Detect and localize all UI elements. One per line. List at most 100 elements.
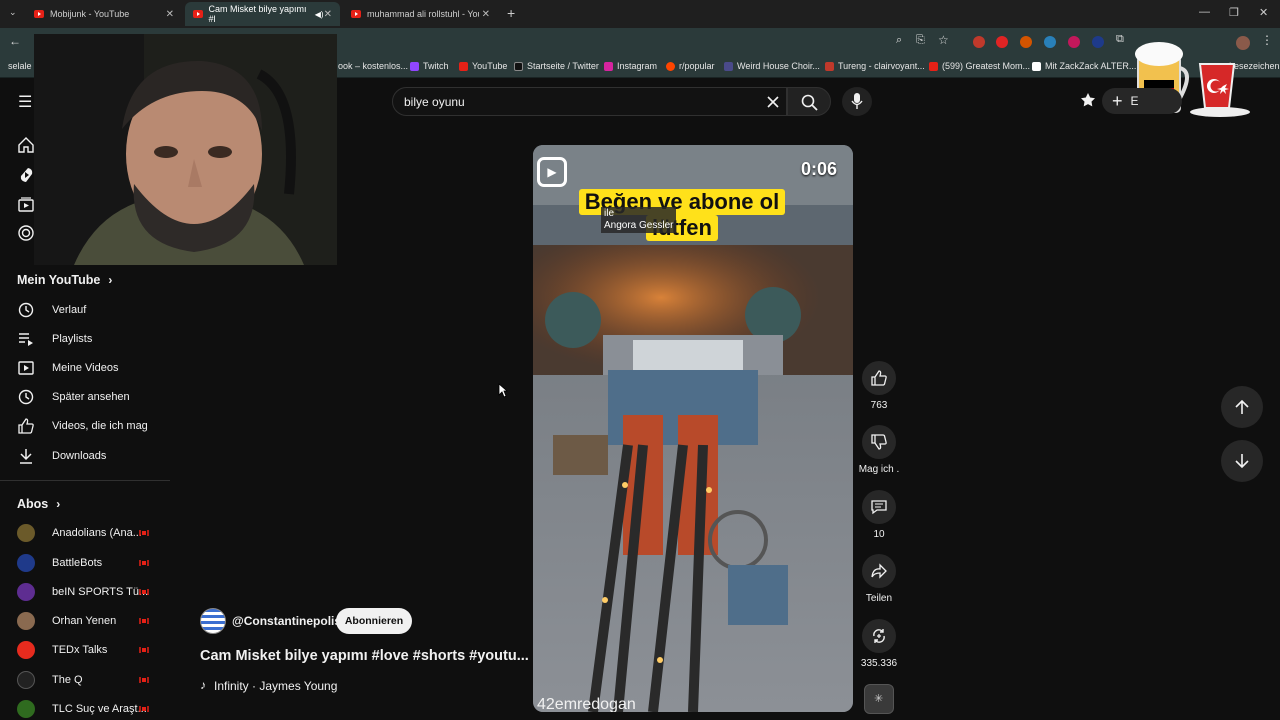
channel-avatar [17, 524, 35, 542]
my-youtube-heading[interactable]: Mein YouTube › [17, 273, 112, 287]
live-indicator-icon [139, 618, 149, 624]
tab-close-icon[interactable]: ✕ [482, 9, 490, 20]
search-button[interactable] [787, 87, 831, 116]
channel-avatar [17, 612, 35, 630]
live-indicator-icon [139, 647, 149, 653]
dislike-label: Mag ich . [858, 464, 900, 475]
subscription-item[interactable]: BattleBots [17, 553, 102, 573]
back-icon[interactable]: ← [9, 34, 21, 48]
subscription-item[interactable]: The Q [17, 670, 83, 690]
voice-search-button[interactable] [842, 87, 872, 116]
extension-icon[interactable] [1092, 36, 1104, 48]
bookmark-label: Twitch [423, 61, 449, 71]
clear-search-icon[interactable] [767, 96, 779, 108]
bookmark-label: YouTube [472, 61, 508, 71]
sidebar-item-watch-later[interactable]: Später ansehen [17, 387, 130, 407]
bookmark-star-icon[interactable]: ☆ [938, 33, 949, 47]
bookmark-item[interactable]: Mit ZackZack ALTER... [1032, 61, 1136, 71]
search-box[interactable]: bilye oyunu [392, 87, 787, 116]
extension-icon[interactable] [996, 36, 1008, 48]
next-short-button[interactable] [1221, 440, 1263, 482]
sidebar-item-downloads[interactable]: Downloads [17, 446, 106, 466]
extension-icon[interactable] [1044, 36, 1056, 48]
bookmark-item[interactable]: Tureng - clairvoyant... [825, 61, 925, 71]
bookmark-item[interactable]: (599) Greatest Mom... [929, 61, 1030, 71]
bookmark-item[interactable]: ook – kostenlos... [338, 61, 408, 71]
plus-icon: + [1112, 90, 1123, 111]
subscription-label: TEDx Talks [52, 644, 108, 656]
sidebar-item-label: Meine Videos [52, 362, 119, 374]
playlist-icon [17, 330, 35, 348]
youtube-icon [459, 61, 468, 71]
sidebar-item-liked-videos[interactable]: Videos, die ich mag [17, 416, 148, 436]
you-icon[interactable] [18, 225, 34, 241]
shorts-icon[interactable] [18, 167, 34, 183]
window-close-button[interactable]: ✕ [1259, 6, 1268, 19]
account-avatar[interactable] [1236, 36, 1250, 50]
like-count: 763 [870, 400, 888, 411]
home-icon[interactable] [18, 137, 34, 153]
sound-thumbnail[interactable]: ✳ [864, 684, 894, 714]
bookmark-item[interactable]: Twitch [410, 61, 449, 71]
create-button[interactable]: + E [1102, 88, 1182, 114]
search-input[interactable]: bilye oyunu [404, 95, 465, 109]
youtube-favicon-icon [34, 10, 44, 18]
tooltip-line-1: ile [604, 208, 615, 219]
bookmark-item[interactable]: r/popular [666, 61, 715, 71]
tab-close-icon[interactable]: ✕ [324, 9, 332, 20]
subscription-item[interactable]: Orhan Yenen [17, 611, 116, 631]
bookmark-item[interactable]: Instagram [604, 61, 657, 71]
live-indicator-icon [139, 706, 149, 712]
subscription-item[interactable]: TLC Suç ve Araşt... [17, 699, 147, 719]
new-tab-button[interactable]: + [507, 5, 515, 21]
short-video-player[interactable]: ▶ 0:06 Beğen ve abone ol lütfen ile Ango… [533, 145, 853, 712]
tooltip-line-2: Angora Gessler [604, 220, 674, 231]
extension-icon[interactable] [973, 36, 985, 48]
tab-cam-misket[interactable]: Cam Misket bilye yapımı #l ◀) ✕ [185, 2, 340, 26]
zoom-icon[interactable]: ⌕ [896, 34, 902, 47]
tab-close-icon[interactable]: ✕ [166, 9, 174, 20]
tab-list-chevron-icon[interactable]: ⌄ [9, 7, 17, 18]
like-icon [17, 417, 35, 435]
extension-icon[interactable] [1020, 36, 1032, 48]
subscriptions-heading[interactable]: Abos › [17, 497, 60, 511]
comments-button[interactable] [862, 490, 896, 524]
bookmark-item[interactable]: Weird House Choir... [724, 61, 820, 71]
music-label[interactable]: Infinity · Jaymes Young [214, 679, 337, 693]
zackzack-icon [1032, 61, 1041, 71]
subscription-item[interactable]: beIN SPORTS Tü... [17, 582, 148, 602]
sidebar-item-history[interactable]: Verlauf [17, 300, 86, 320]
hamburger-menu-icon[interactable]: ☰ [18, 92, 32, 112]
subscription-item[interactable]: Anadolians (Ana... [17, 523, 142, 543]
subscribe-button[interactable]: Abonnieren [336, 608, 412, 634]
history-icon [17, 301, 35, 319]
subscriptions-icon[interactable] [18, 196, 34, 212]
tab-title: Cam Misket bilye yapımı #l [208, 4, 307, 24]
subscription-item[interactable]: TEDx Talks [17, 640, 107, 660]
bookmark-item[interactable]: YouTube [459, 61, 507, 71]
menu-dots-icon[interactable]: ⋮ [1261, 33, 1273, 47]
extensions-icon[interactable]: ⧉ [1116, 33, 1124, 46]
remix-button[interactable] [862, 619, 896, 653]
share-button[interactable] [862, 554, 896, 588]
extension-icon[interactable] [1068, 36, 1080, 48]
tab-muhammad-ali[interactable]: muhammad ali rollstuhl - YouTu ✕ [343, 2, 498, 26]
youtube-favicon-icon [193, 10, 203, 18]
install-icon[interactable]: ⎘ [916, 34, 925, 47]
minimize-button[interactable]: — [1199, 6, 1210, 18]
channel-name[interactable]: @Constantinepolis [232, 614, 341, 628]
dislike-button[interactable] [862, 425, 896, 459]
instagram-icon [604, 61, 613, 71]
bookmark-item[interactable]: Startseite / Twitter [514, 61, 599, 71]
studio-icon[interactable] [1079, 92, 1097, 110]
previous-short-button[interactable] [1221, 386, 1263, 428]
channel-avatar[interactable] [200, 608, 226, 634]
like-button[interactable] [862, 361, 896, 395]
sidebar-item-playlists[interactable]: Playlists [17, 329, 92, 349]
share-label: Teilen [865, 593, 893, 604]
restore-button[interactable]: ❐ [1229, 6, 1239, 19]
my-videos-icon [17, 359, 35, 377]
sidebar-item-my-videos[interactable]: Meine Videos [17, 358, 118, 378]
video-title[interactable]: Cam Misket bilye yapımı #love #shorts #y… [200, 648, 529, 664]
tab-mobijunk[interactable]: Mobijunk - YouTube ✕ [26, 2, 182, 26]
